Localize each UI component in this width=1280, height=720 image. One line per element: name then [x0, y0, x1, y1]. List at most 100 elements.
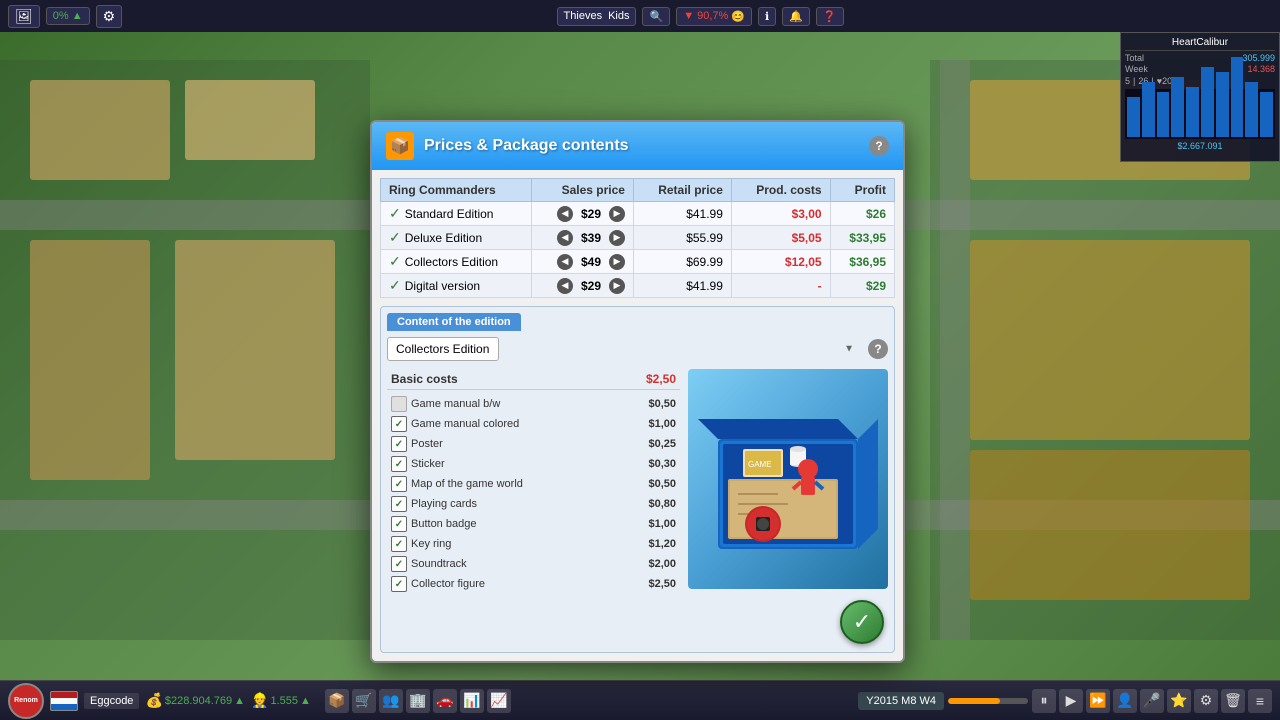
- stats-panel: HeartCalibur Total 305.999 Week 14.368 5…: [1120, 32, 1280, 162]
- item-checkbox-3[interactable]: [391, 456, 407, 472]
- item-checkbox-4[interactable]: [391, 476, 407, 492]
- taskbar-icon-building[interactable]: 🏢: [406, 689, 430, 713]
- stats-total-money: $2.667.091: [1125, 139, 1275, 151]
- cell-name: ✓ Collectors Edition: [381, 250, 532, 274]
- taskbar-play[interactable]: ▶: [1059, 689, 1083, 713]
- content-section: Content of the edition Standard EditionD…: [380, 306, 895, 653]
- item-checkbox-0[interactable]: [391, 396, 407, 412]
- taskbar-icon-chart[interactable]: 📊: [460, 689, 484, 713]
- dialog-title: Prices & Package contents: [424, 137, 629, 155]
- price-value-3: $29: [576, 279, 606, 293]
- col-prod: Prod. costs: [731, 179, 830, 202]
- taskbar-right: Y2015 M8 W4 ⏸ ▶ ⏩ 👤 🎤 ⭐ ⚙ 🗑 ≡: [858, 689, 1272, 713]
- item-checkbox-2[interactable]: [391, 436, 407, 452]
- price-inc-1[interactable]: ▶: [609, 230, 625, 246]
- cell-sales: ◀ $29 ▶: [532, 202, 634, 226]
- dialog-help-button[interactable]: ?: [869, 136, 889, 156]
- taskbar-fast[interactable]: ⏩: [1086, 689, 1110, 713]
- box-illustration: GAME: [688, 379, 888, 579]
- chart-bar: [1157, 92, 1170, 137]
- taskbar-flag: [50, 691, 78, 711]
- price-dec-3[interactable]: ◀: [557, 278, 573, 294]
- taskbar-icon-people[interactable]: 👥: [379, 689, 403, 713]
- list-item: Button badge $1,00: [387, 514, 680, 534]
- item-checkbox-7[interactable]: [391, 536, 407, 552]
- dialog-prices: 📦 Prices & Package contents ? Ring Comma…: [370, 120, 905, 663]
- basic-costs-label: Basic costs: [391, 372, 458, 386]
- taskbar-user[interactable]: 👤: [1113, 689, 1137, 713]
- taskbar-icon-trend[interactable]: 📈: [487, 689, 511, 713]
- price-value-1: $39: [576, 231, 606, 245]
- row-check-icon: ✓: [389, 253, 401, 270]
- topbar-gear[interactable]: ⚙: [96, 5, 123, 28]
- price-dec-0[interactable]: ◀: [557, 206, 573, 222]
- taskbar-action-icons: ⏸ ▶ ⏩ 👤 🎤 ⭐ ⚙ 🗑 ≡: [1032, 689, 1272, 713]
- price-value-0: $29: [576, 207, 606, 221]
- item-name-6: Button badge: [411, 518, 634, 530]
- list-item: Soundtrack $2,00: [387, 554, 680, 574]
- price-inc-2[interactable]: ▶: [609, 254, 625, 270]
- basic-costs-row: Basic costs $2,50: [387, 369, 680, 390]
- item-checkbox-5[interactable]: [391, 496, 407, 512]
- taskbar-settings[interactable]: ⚙: [1194, 689, 1218, 713]
- cell-retail: $69.99: [633, 250, 731, 274]
- taskbar-workers: 👷 1.555 ▲: [251, 692, 311, 709]
- edition-select-wrapper[interactable]: Standard EditionDeluxe EditionCollectors…: [387, 337, 862, 361]
- price-dec-2[interactable]: ◀: [557, 254, 573, 270]
- taskbar-more[interactable]: ≡: [1248, 689, 1272, 713]
- taskbar-mic[interactable]: 🎤: [1140, 689, 1164, 713]
- list-item: Game manual colored $1,00: [387, 414, 680, 434]
- list-item: Sticker $0,30: [387, 454, 680, 474]
- taskbar-icon-car[interactable]: 🚗: [433, 689, 457, 713]
- price-inc-0[interactable]: ▶: [609, 206, 625, 222]
- item-checkbox-8[interactable]: [391, 556, 407, 572]
- list-item: Game manual b/w $0,50: [387, 394, 680, 414]
- topbar-help[interactable]: ❓: [816, 7, 844, 26]
- topbar-info[interactable]: ℹ: [758, 7, 776, 26]
- table-row: ✓ Deluxe Edition ◀ $39 ▶ $55.99 $5,05 $3…: [381, 226, 895, 250]
- list-item: Poster $0,25: [387, 434, 680, 454]
- row-check-icon: ✓: [389, 277, 401, 294]
- col-sales: Sales price: [532, 179, 634, 202]
- ok-button[interactable]: ✓: [840, 600, 884, 644]
- topbar-center: ThievesKids 🔍 ▼ 90,7% 😊 ℹ 🔔 ❓: [128, 7, 1272, 26]
- cell-prod: $3,00: [731, 202, 830, 226]
- item-checkbox-9[interactable]: [391, 576, 407, 592]
- taskbar-star[interactable]: ⭐: [1167, 689, 1191, 713]
- list-item: Key ring $1,20: [387, 534, 680, 554]
- item-name-5: Playing cards: [411, 498, 634, 510]
- taskbar-icon-box[interactable]: 📦: [325, 689, 349, 713]
- topbar-icon: 🖼: [8, 5, 40, 28]
- topbar-search[interactable]: 🔍: [642, 7, 670, 26]
- taskbar-employee: Eggcode: [84, 693, 139, 709]
- row-check-icon: ✓: [389, 229, 401, 246]
- edition-select[interactable]: Standard EditionDeluxe EditionCollectors…: [387, 337, 499, 361]
- chart-bar: [1216, 72, 1229, 137]
- taskbar-icon-cart[interactable]: 🛒: [352, 689, 376, 713]
- basic-costs-value: $2,50: [646, 372, 676, 386]
- cell-profit: $29: [830, 274, 894, 298]
- cell-profit: $33,95: [830, 226, 894, 250]
- item-cost-9: $2,50: [638, 578, 676, 590]
- content-header: Content of the edition: [387, 313, 888, 331]
- taskbar-pause[interactable]: ⏸: [1032, 689, 1056, 713]
- cell-retail: $41.99: [633, 274, 731, 298]
- chart-bar: [1260, 92, 1273, 137]
- price-dec-1[interactable]: ◀: [557, 230, 573, 246]
- table-row: ✓ Collectors Edition ◀ $49 ▶ $69.99 $12,…: [381, 250, 895, 274]
- item-cost-1: $1,00: [638, 418, 676, 430]
- taskbar-logo: Renom: [8, 683, 44, 719]
- chart-bar: [1127, 97, 1140, 137]
- price-value-2: $49: [576, 255, 606, 269]
- svg-text:GAME: GAME: [748, 460, 772, 469]
- price-inc-3[interactable]: ▶: [609, 278, 625, 294]
- chart-bar: [1186, 87, 1199, 137]
- item-checkbox-1[interactable]: [391, 416, 407, 432]
- edition-help-button[interactable]: ?: [868, 339, 888, 359]
- item-name-4: Map of the game world: [411, 478, 634, 490]
- taskbar-trash[interactable]: 🗑: [1221, 689, 1245, 713]
- item-checkbox-6[interactable]: [391, 516, 407, 532]
- topbar-happiness: ▼ 90,7% 😊: [676, 7, 752, 26]
- topbar-alert[interactable]: 🔔: [782, 7, 810, 26]
- taskbar: Renom Eggcode 💰 $228.904.769 ▲ 👷 1.555 ▲…: [0, 680, 1280, 720]
